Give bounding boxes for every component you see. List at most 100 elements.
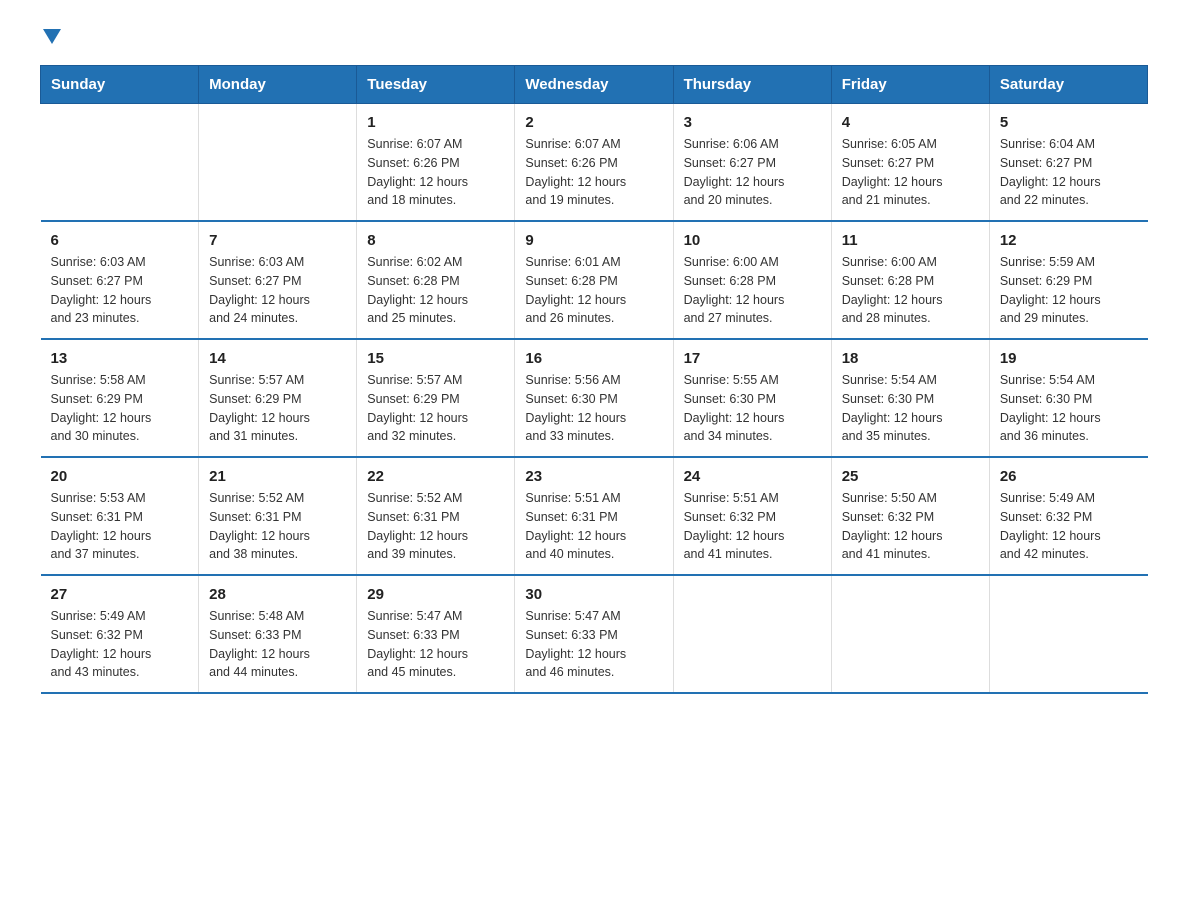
day-number: 25 <box>842 468 979 485</box>
calendar-cell: 30 Sunrise: 5:47 AM Sunset: 6:33 PM Dayli… <box>515 575 673 693</box>
day-number: 26 <box>1000 468 1138 485</box>
day-number: 12 <box>1000 232 1138 249</box>
calendar-cell: 2 Sunrise: 6:07 AM Sunset: 6:26 PM Daylig… <box>515 104 673 222</box>
day-info: Sunrise: 5:58 AM Sunset: 6:29 PM Dayligh… <box>51 371 189 446</box>
calendar-cell: 24 Sunrise: 5:51 AM Sunset: 6:32 PM Dayli… <box>673 457 831 575</box>
calendar-cell: 3 Sunrise: 6:06 AM Sunset: 6:27 PM Daylig… <box>673 104 831 222</box>
day-number: 29 <box>367 586 504 603</box>
day-number: 11 <box>842 232 979 249</box>
day-info: Sunrise: 5:54 AM Sunset: 6:30 PM Dayligh… <box>842 371 979 446</box>
calendar-cell: 21Sunrise: 5:52 AM Sunset: 6:31 PM Dayli… <box>199 457 357 575</box>
calendar-cell: 7 Sunrise: 6:03 AM Sunset: 6:27 PM Daylig… <box>199 221 357 339</box>
day-number: 5 <box>1000 114 1138 131</box>
day-number: 18 <box>842 350 979 367</box>
day-info: Sunrise: 6:07 AM Sunset: 6:26 PM Dayligh… <box>525 135 662 210</box>
calendar-cell <box>41 104 199 222</box>
day-info: Sunrise: 6:01 AM Sunset: 6:28 PM Dayligh… <box>525 253 662 328</box>
calendar-cell: 1 Sunrise: 6:07 AM Sunset: 6:26 PM Daylig… <box>357 104 515 222</box>
calendar-week-row: 13 Sunrise: 5:58 AM Sunset: 6:29 PM Dayli… <box>41 339 1148 457</box>
calendar-header-saturday: Saturday <box>989 66 1147 104</box>
calendar-header-sunday: Sunday <box>41 66 199 104</box>
day-number: 9 <box>525 232 662 249</box>
calendar-cell: 26 Sunrise: 5:49 AM Sunset: 6:32 PM Dayli… <box>989 457 1147 575</box>
day-info: Sunrise: 6:07 AM Sunset: 6:26 PM Dayligh… <box>367 135 504 210</box>
day-info: Sunrise: 5:54 AM Sunset: 6:30 PM Dayligh… <box>1000 371 1138 446</box>
calendar-header-thursday: Thursday <box>673 66 831 104</box>
day-info: Sunrise: 5:47 AM Sunset: 6:33 PM Dayligh… <box>525 607 662 682</box>
calendar-cell <box>989 575 1147 693</box>
calendar-header-wednesday: Wednesday <box>515 66 673 104</box>
calendar-cell: 8Sunrise: 6:02 AM Sunset: 6:28 PM Daylig… <box>357 221 515 339</box>
day-info: Sunrise: 5:51 AM Sunset: 6:31 PM Dayligh… <box>525 489 662 564</box>
day-info: Sunrise: 6:03 AM Sunset: 6:27 PM Dayligh… <box>51 253 189 328</box>
calendar-week-row: 6 Sunrise: 6:03 AM Sunset: 6:27 PM Daylig… <box>41 221 1148 339</box>
calendar-cell: 18 Sunrise: 5:54 AM Sunset: 6:30 PM Dayli… <box>831 339 989 457</box>
day-number: 21 <box>209 468 346 485</box>
day-number: 22 <box>367 468 504 485</box>
calendar-cell: 29 Sunrise: 5:47 AM Sunset: 6:33 PM Dayli… <box>357 575 515 693</box>
day-info: Sunrise: 6:04 AM Sunset: 6:27 PM Dayligh… <box>1000 135 1138 210</box>
day-number: 23 <box>525 468 662 485</box>
calendar-header-friday: Friday <box>831 66 989 104</box>
day-info: Sunrise: 5:51 AM Sunset: 6:32 PM Dayligh… <box>684 489 821 564</box>
day-number: 20 <box>51 468 189 485</box>
day-number: 14 <box>209 350 346 367</box>
day-number: 4 <box>842 114 979 131</box>
day-number: 15 <box>367 350 504 367</box>
calendar-header-tuesday: Tuesday <box>357 66 515 104</box>
day-info: Sunrise: 5:57 AM Sunset: 6:29 PM Dayligh… <box>209 371 346 446</box>
day-number: 24 <box>684 468 821 485</box>
day-info: Sunrise: 5:56 AM Sunset: 6:30 PM Dayligh… <box>525 371 662 446</box>
day-info: Sunrise: 5:59 AM Sunset: 6:29 PM Dayligh… <box>1000 253 1138 328</box>
day-info: Sunrise: 6:00 AM Sunset: 6:28 PM Dayligh… <box>684 253 821 328</box>
calendar-cell: 6 Sunrise: 6:03 AM Sunset: 6:27 PM Daylig… <box>41 221 199 339</box>
day-info: Sunrise: 5:49 AM Sunset: 6:32 PM Dayligh… <box>51 607 189 682</box>
day-number: 3 <box>684 114 821 131</box>
calendar-cell: 9 Sunrise: 6:01 AM Sunset: 6:28 PM Daylig… <box>515 221 673 339</box>
calendar-cell: 17 Sunrise: 5:55 AM Sunset: 6:30 PM Dayli… <box>673 339 831 457</box>
calendar-cell: 16 Sunrise: 5:56 AM Sunset: 6:30 PM Dayli… <box>515 339 673 457</box>
day-number: 27 <box>51 586 189 603</box>
day-info: Sunrise: 5:48 AM Sunset: 6:33 PM Dayligh… <box>209 607 346 682</box>
calendar-cell: 20Sunrise: 5:53 AM Sunset: 6:31 PM Dayli… <box>41 457 199 575</box>
calendar-cell: 22 Sunrise: 5:52 AM Sunset: 6:31 PM Dayli… <box>357 457 515 575</box>
day-number: 10 <box>684 232 821 249</box>
calendar-header-monday: Monday <box>199 66 357 104</box>
day-number: 6 <box>51 232 189 249</box>
day-number: 7 <box>209 232 346 249</box>
day-info: Sunrise: 6:03 AM Sunset: 6:27 PM Dayligh… <box>209 253 346 328</box>
calendar-table: SundayMondayTuesdayWednesdayThursdayFrid… <box>40 65 1148 694</box>
calendar-week-row: 27 Sunrise: 5:49 AM Sunset: 6:32 PM Dayli… <box>41 575 1148 693</box>
calendar-week-row: 20Sunrise: 5:53 AM Sunset: 6:31 PM Dayli… <box>41 457 1148 575</box>
logo <box>40 30 61 45</box>
calendar-cell: 19 Sunrise: 5:54 AM Sunset: 6:30 PM Dayli… <box>989 339 1147 457</box>
day-info: Sunrise: 6:00 AM Sunset: 6:28 PM Dayligh… <box>842 253 979 328</box>
day-info: Sunrise: 5:47 AM Sunset: 6:33 PM Dayligh… <box>367 607 504 682</box>
calendar-cell: 11 Sunrise: 6:00 AM Sunset: 6:28 PM Dayli… <box>831 221 989 339</box>
calendar-cell: 28 Sunrise: 5:48 AM Sunset: 6:33 PM Dayli… <box>199 575 357 693</box>
day-number: 19 <box>1000 350 1138 367</box>
day-info: Sunrise: 5:52 AM Sunset: 6:31 PM Dayligh… <box>367 489 504 564</box>
calendar-cell: 14 Sunrise: 5:57 AM Sunset: 6:29 PM Dayli… <box>199 339 357 457</box>
page-header <box>40 30 1148 45</box>
day-number: 13 <box>51 350 189 367</box>
calendar-header-row: SundayMondayTuesdayWednesdayThursdayFrid… <box>41 66 1148 104</box>
day-info: Sunrise: 5:50 AM Sunset: 6:32 PM Dayligh… <box>842 489 979 564</box>
day-number: 1 <box>367 114 504 131</box>
day-info: Sunrise: 6:06 AM Sunset: 6:27 PM Dayligh… <box>684 135 821 210</box>
calendar-cell: 4 Sunrise: 6:05 AM Sunset: 6:27 PM Daylig… <box>831 104 989 222</box>
day-info: Sunrise: 6:05 AM Sunset: 6:27 PM Dayligh… <box>842 135 979 210</box>
logo-triangle-icon <box>43 29 61 44</box>
calendar-cell: 12 Sunrise: 5:59 AM Sunset: 6:29 PM Dayli… <box>989 221 1147 339</box>
day-number: 28 <box>209 586 346 603</box>
calendar-cell <box>831 575 989 693</box>
day-info: Sunrise: 5:49 AM Sunset: 6:32 PM Dayligh… <box>1000 489 1138 564</box>
day-number: 17 <box>684 350 821 367</box>
day-number: 30 <box>525 586 662 603</box>
day-info: Sunrise: 5:55 AM Sunset: 6:30 PM Dayligh… <box>684 371 821 446</box>
calendar-week-row: 1 Sunrise: 6:07 AM Sunset: 6:26 PM Daylig… <box>41 104 1148 222</box>
day-number: 2 <box>525 114 662 131</box>
calendar-cell: 25 Sunrise: 5:50 AM Sunset: 6:32 PM Dayli… <box>831 457 989 575</box>
day-number: 16 <box>525 350 662 367</box>
calendar-cell: 15Sunrise: 5:57 AM Sunset: 6:29 PM Dayli… <box>357 339 515 457</box>
